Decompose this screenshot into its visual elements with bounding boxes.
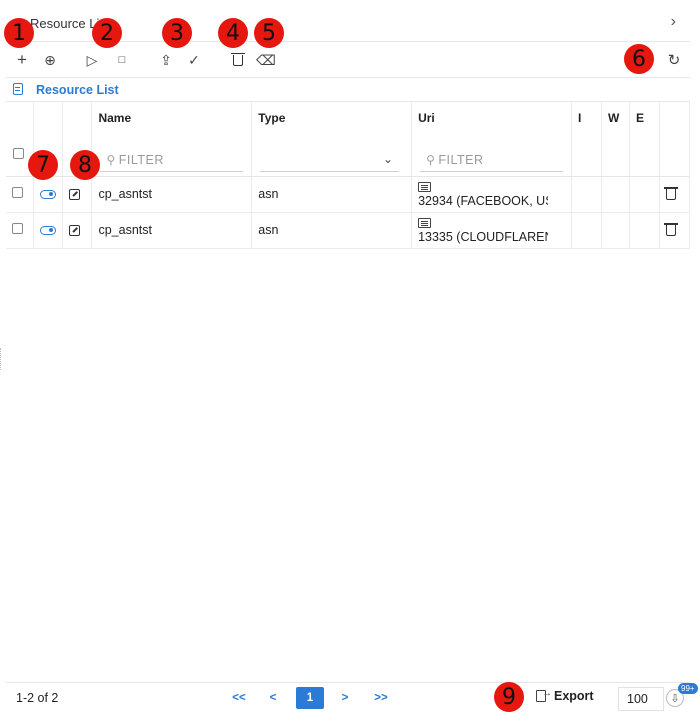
row-i	[571, 176, 602, 213]
add-button[interactable]: +	[12, 50, 32, 70]
row-type: asn	[251, 212, 413, 249]
marker-5: 5	[254, 18, 284, 48]
first-page-button[interactable]: <<	[228, 687, 250, 709]
edit-icon[interactable]	[69, 225, 81, 237]
type-column-header[interactable]: Type ⌄	[251, 102, 413, 177]
marker-4: 4	[218, 18, 248, 48]
trash-icon	[231, 52, 245, 66]
e-column-header[interactable]: E	[629, 102, 660, 177]
name-filter-input[interactable]: ⚲ FILTER	[100, 148, 244, 172]
row-uri-cell: 13335 (CLOUDFLAREN	[411, 212, 573, 249]
toggle-view-icon[interactable]	[40, 190, 57, 200]
add-circle-button[interactable]: ⊕	[40, 50, 60, 70]
upload-button[interactable]: ⇪	[156, 50, 176, 70]
edit-icon[interactable]	[69, 189, 81, 201]
row-delete-icon[interactable]	[663, 223, 678, 237]
last-page-button[interactable]: >>	[370, 687, 392, 709]
table-row[interactable]: cp_asntst asn 13335 (CLOUDFLAREN	[6, 212, 691, 249]
i-column-header[interactable]: I	[571, 102, 602, 177]
select-all-checkbox[interactable]	[13, 148, 24, 159]
marker-2: 2	[92, 18, 122, 48]
marker-8: 8	[70, 150, 100, 180]
export-button[interactable]: Export	[536, 688, 594, 703]
row-w	[601, 212, 630, 249]
w-column-header[interactable]: W	[601, 102, 630, 177]
name-column-label: Name	[98, 111, 132, 125]
range-text: 1-2 of 2	[16, 691, 59, 705]
panel-splitter[interactable]	[0, 348, 3, 370]
chevron-down-icon: ⌄	[383, 152, 394, 166]
row-checkbox[interactable]	[12, 187, 23, 198]
list-icon	[418, 218, 432, 229]
list-icon	[418, 182, 432, 193]
name-column-header[interactable]: Name ⚲ FILTER	[91, 102, 253, 177]
play-button[interactable]: ▷	[82, 50, 102, 70]
marker-9: 9	[494, 682, 524, 712]
marker-1: 1	[4, 18, 34, 48]
refresh-button[interactable]: ↻	[664, 50, 684, 70]
row-e	[629, 176, 660, 213]
uri-column-label: Uri	[418, 111, 435, 125]
search-icon: ⚲	[106, 152, 116, 167]
row-e	[629, 212, 660, 249]
pagination-footer: 1-2 of 2 << < 1 > >> Export 100 ⇩ 99+	[6, 682, 698, 712]
prev-page-button[interactable]: <	[262, 687, 284, 709]
actions-column-header	[659, 102, 691, 177]
row-uri: 32934 (FACEBOOK, US	[418, 194, 549, 209]
row-name: cp_asntst	[91, 176, 253, 213]
marker-3: 3	[162, 18, 192, 48]
page-size-select[interactable]: 100	[618, 687, 664, 711]
notification-badge: 99+	[678, 683, 698, 694]
next-page-button[interactable]: >	[334, 687, 356, 709]
export-icon	[536, 688, 552, 702]
current-page-button[interactable]: 1	[296, 687, 324, 709]
row-uri-cell: 32934 (FACEBOOK, US	[411, 176, 573, 213]
chevron-right-icon[interactable]: ›	[671, 13, 676, 31]
row-delete-icon[interactable]	[663, 187, 678, 201]
uri-column-header[interactable]: Uri ⚲ FILTER	[411, 102, 573, 177]
export-label: Export	[554, 689, 594, 703]
delete-button[interactable]	[228, 50, 248, 70]
type-column-label: Type	[258, 111, 286, 125]
uri-filter-input[interactable]: ⚲ FILTER	[420, 148, 564, 172]
resource-list-title: Resource List	[36, 83, 119, 97]
row-i	[571, 212, 602, 249]
document-icon	[13, 83, 23, 95]
toggle-view-icon[interactable]	[40, 226, 57, 236]
search-icon: ⚲	[426, 152, 436, 167]
row-w	[601, 176, 630, 213]
table-row[interactable]: cp_asntst asn 32934 (FACEBOOK, US	[6, 176, 691, 213]
marker-6: 6	[624, 44, 654, 74]
erase-button[interactable]: ⌫	[256, 50, 276, 70]
resource-list-header: Resource List	[6, 80, 690, 102]
row-name: cp_asntst	[91, 212, 253, 249]
resource-table: Name ⚲ FILTER Type ⌄ Uri ⚲ FILTER I W E cp…	[6, 102, 691, 249]
row-uri: 13335 (CLOUDFLAREN	[418, 230, 549, 245]
type-filter-select[interactable]: ⌄	[260, 148, 400, 172]
row-type: asn	[251, 176, 413, 213]
marker-7: 7	[28, 150, 58, 180]
stop-button[interactable]: □	[112, 50, 132, 70]
name-filter-placeholder: FILTER	[118, 152, 164, 167]
uri-filter-placeholder: FILTER	[438, 152, 484, 167]
toolbar: + ⊕ ▷ □ ⇪ ✓ ⌫ ↻	[6, 44, 690, 78]
check-button[interactable]: ✓	[184, 50, 204, 70]
row-checkbox[interactable]	[12, 223, 23, 234]
